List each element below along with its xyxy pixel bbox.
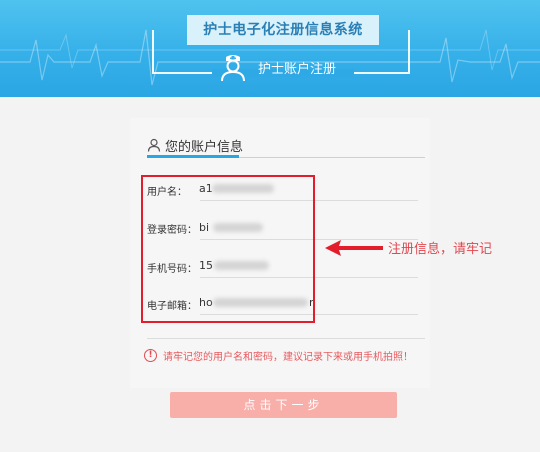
warning-text: 请牢记您的用户名和密码，建议记录下来或用手机拍照！ [163,352,413,363]
section-title: 您的账户信息 [165,139,244,155]
left-arrow-icon [325,240,383,256]
section-active-underline [147,155,239,158]
nurse-icon [221,55,245,82]
annotation-note: 注册信息，请牢记 [388,242,493,257]
highlight-box [141,175,315,323]
exclamation-circle-icon: ! [144,349,157,362]
next-step-button[interactable]: 点击下一步 [170,392,397,418]
section-header: 您的账户信息 [147,134,243,156]
user-icon [147,138,161,152]
page-subtitle: 护士账户注册 [258,62,337,77]
system-title: 护士电子化注册信息系统 [187,15,379,45]
warning-message: ! 请牢记您的用户名和密码，建议记录下来或用手机拍照！ [144,348,413,363]
header-banner: 护士电子化注册信息系统 护士账户注册 [0,0,540,97]
